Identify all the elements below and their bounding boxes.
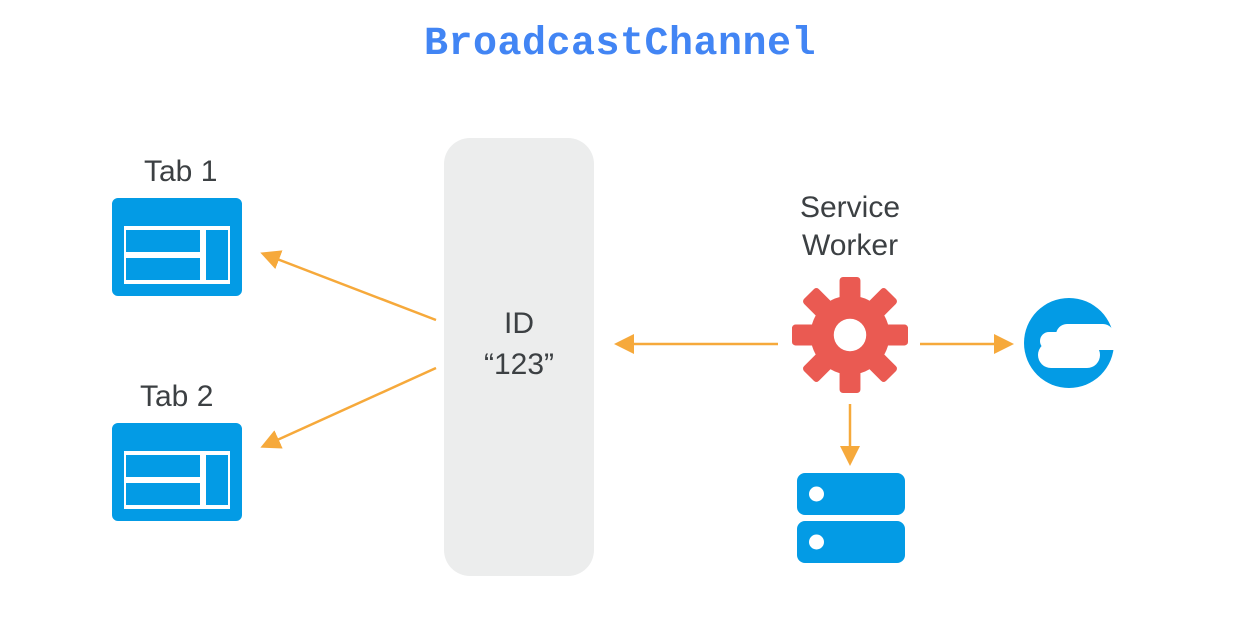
browser-window-icon [112,423,242,521]
arrow-channel-to-tab2 [264,368,436,446]
diagram-title: BroadcastChannel [0,22,1240,67]
service-worker-line1: Service [800,191,900,224]
tab2-label: Tab 2 [140,380,213,414]
cloud-icon [1024,298,1114,388]
arrow-channel-to-tab1 [264,254,436,320]
service-worker-label: Service Worker [760,189,940,264]
browser-window-icon [112,198,242,296]
tab1-label: Tab 1 [144,155,217,189]
diagram-stage: BroadcastChannel ID “123” Tab 1 [0,0,1240,628]
channel-id-key: ID [504,307,534,340]
broadcast-channel-label: ID “123” [444,304,594,385]
server-unit [797,473,905,515]
service-worker-line2: Worker [802,229,898,262]
database-icon [797,473,905,569]
server-unit [797,521,905,563]
channel-id-value: “123” [484,348,554,381]
gear-icon [792,277,908,393]
